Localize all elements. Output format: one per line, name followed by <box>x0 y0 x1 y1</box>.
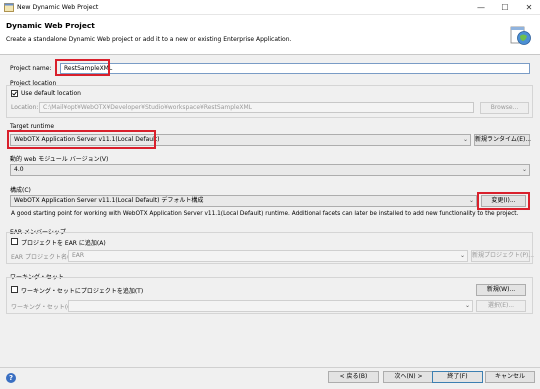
add-to-ear-label: プロジェクトを EAR に追加(A) <box>21 240 106 247</box>
browse-button[interactable]: Browse... <box>480 102 529 114</box>
minimize-button[interactable]: — <box>470 0 492 15</box>
configuration-select[interactable]: WebOTX Application Server v11.1(Local De… <box>10 195 477 207</box>
working-sets-select[interactable]: ⌄ <box>68 300 473 312</box>
wizard-title: Dynamic Web Project <box>6 21 95 30</box>
eclipse-app-icon <box>4 3 14 12</box>
cancel-button[interactable]: キャンセル <box>485 371 535 383</box>
add-to-working-set-label: ワーキング・セットにプロジェクトを追加(T) <box>21 288 144 295</box>
configuration-label: 構成(C) <box>10 187 31 194</box>
module-version-label: 動的 web モジュール バージョン(V) <box>10 156 109 163</box>
back-button[interactable]: < 戻る(B) <box>328 371 379 383</box>
add-to-working-set-checkbox[interactable] <box>11 286 18 293</box>
chevron-down-icon: ⌄ <box>462 136 468 143</box>
window-title: New Dynamic Web Project <box>17 4 99 11</box>
new-runtime-button[interactable]: 新規ランタイム(E)... <box>474 134 531 146</box>
close-button[interactable]: ✕ <box>518 0 540 15</box>
target-runtime-highlight <box>7 130 156 149</box>
use-default-location-label: Use default location <box>21 90 81 97</box>
configuration-value: WebOTX Application Server v11.1(Local De… <box>14 197 204 204</box>
maximize-button[interactable]: ☐ <box>494 0 516 15</box>
chevron-down-icon: ⌄ <box>459 252 465 259</box>
wizard-banner: Dynamic Web Project Create a standalone … <box>0 15 540 55</box>
new-ear-project-button[interactable]: 新規プロジェクト(P)... <box>471 250 534 262</box>
finish-button[interactable]: 終了(F) <box>432 371 483 383</box>
use-default-location-checkbox[interactable] <box>11 90 18 97</box>
wizard-description: Create a standalone Dynamic Web project … <box>6 36 292 43</box>
select-working-set-button[interactable]: 選択(E)... <box>476 300 526 312</box>
project-name-input[interactable]: RestSampleXML <box>60 63 530 74</box>
working-sets-label: ワーキング・セット(O): <box>11 304 77 311</box>
project-name-label: Project name: <box>10 65 52 72</box>
module-version-value: 4.0 <box>14 166 24 173</box>
next-button[interactable]: 次へ(N) > <box>383 371 434 383</box>
module-version-select[interactable]: 4.0 ⌄ <box>10 164 530 176</box>
configuration-hint: A good starting point for working with W… <box>11 211 519 217</box>
checkmark-icon <box>12 91 17 96</box>
modify-button-highlight <box>477 192 530 210</box>
ear-project-select[interactable]: EAR ⌄ <box>68 250 468 262</box>
location-input[interactable]: C:\Mail¥opt¥WebOTX¥Developer¥Studio¥work… <box>39 102 474 113</box>
chevron-down-icon: ⌄ <box>521 166 527 173</box>
location-label: Location: <box>11 104 39 111</box>
chevron-down-icon: ⌄ <box>464 302 470 309</box>
chevron-down-icon: ⌄ <box>468 197 474 204</box>
web-project-wizard-icon <box>510 26 531 45</box>
new-working-set-button[interactable]: 新規(W)... <box>476 284 526 296</box>
target-runtime-label: Target runtime <box>10 123 55 130</box>
project-name-highlight <box>55 59 110 76</box>
add-to-ear-checkbox[interactable] <box>11 238 18 245</box>
ear-project-value: EAR <box>72 252 85 259</box>
help-icon[interactable]: ? <box>6 373 16 383</box>
window-title-bar: New Dynamic Web Project — ☐ ✕ <box>0 0 540 15</box>
